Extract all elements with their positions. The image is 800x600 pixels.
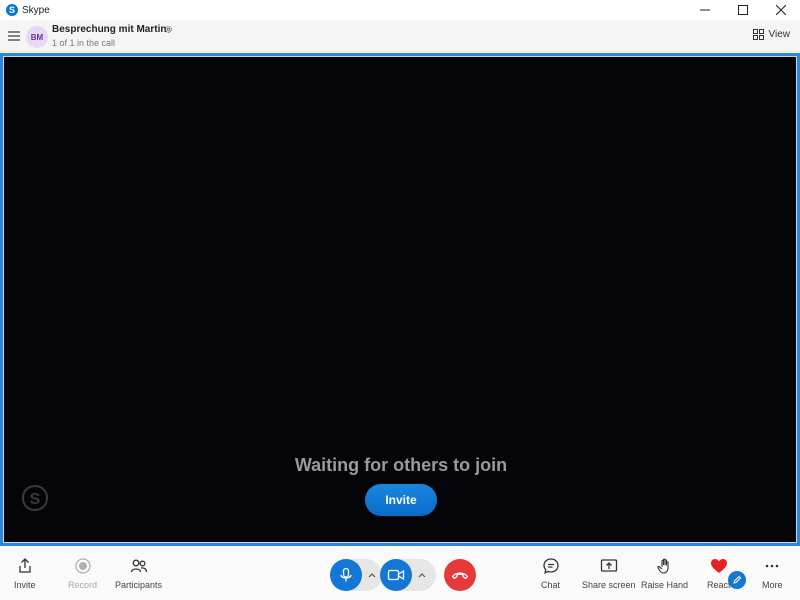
- call-toolbar: Invite Record Participants Chat Share sc…: [0, 548, 800, 600]
- chevron-up-icon[interactable]: [366, 569, 378, 581]
- chevron-up-icon[interactable]: [416, 569, 428, 581]
- window-controls: [686, 0, 800, 20]
- share-screen-icon: [600, 559, 617, 572]
- settings-icon[interactable]: [164, 25, 173, 34]
- svg-text:S: S: [30, 491, 41, 508]
- view-label: View: [768, 29, 791, 40]
- participants-label: Participants: [115, 580, 163, 590]
- chat-label: Chat: [541, 580, 561, 590]
- maximize-button[interactable]: [724, 0, 762, 20]
- more-button[interactable]: More: [762, 557, 783, 590]
- skype-logo-icon: S: [6, 4, 18, 16]
- pen-icon: [733, 575, 742, 584]
- grid-view-icon: [752, 29, 764, 40]
- microphone-icon: [340, 567, 352, 582]
- hang-up-button[interactable]: [444, 559, 476, 591]
- microphone-button[interactable]: [330, 559, 362, 591]
- minimize-button[interactable]: [686, 0, 724, 20]
- invite-button[interactable]: Invite: [365, 484, 437, 516]
- raise-hand-button[interactable]: Raise Hand: [641, 557, 688, 590]
- maximize-icon: [738, 5, 748, 15]
- minimize-icon: [700, 9, 710, 11]
- svg-text:S: S: [9, 5, 15, 15]
- waiting-message: Waiting for others to join: [294, 455, 508, 475]
- more-icon: [765, 564, 779, 568]
- heart-icon: [710, 559, 727, 573]
- share-screen-label: Share screen: [582, 580, 636, 590]
- menu-icon[interactable]: [7, 29, 21, 43]
- close-button[interactable]: [762, 0, 800, 20]
- record-icon: [74, 558, 91, 574]
- video-button[interactable]: [380, 559, 412, 591]
- record-button[interactable]: Record: [68, 557, 97, 590]
- react-label: React: [707, 580, 731, 590]
- participants-icon: [130, 559, 147, 573]
- participants-button[interactable]: Participants: [115, 557, 162, 590]
- video-stage: S Waiting for others to join Invite: [0, 53, 800, 546]
- share-icon: [19, 558, 31, 573]
- record-label: Record: [68, 580, 98, 590]
- call-header: BM Besprechung mit Martin 1 of 1 in the …: [0, 20, 800, 52]
- react-edit-badge[interactable]: [728, 571, 746, 589]
- raise-hand-label: Raise Hand: [641, 580, 689, 590]
- video-camera-icon: [387, 569, 405, 581]
- react-button[interactable]: React: [707, 557, 731, 590]
- avatar[interactable]: BM: [26, 26, 48, 48]
- invite-toolbar-label: Invite: [14, 580, 36, 590]
- skype-watermark-icon: S: [21, 484, 49, 512]
- app-title: Skype: [22, 4, 50, 16]
- chat-button[interactable]: Chat: [541, 557, 560, 590]
- share-screen-button[interactable]: Share screen: [582, 557, 636, 590]
- more-label: More: [762, 580, 783, 590]
- hang-up-icon: [451, 572, 469, 580]
- video-area: S Waiting for others to join Invite: [3, 56, 797, 543]
- close-icon: [776, 5, 786, 15]
- conversation-title[interactable]: Besprechung mit Martin: [52, 24, 166, 35]
- participant-count: 1 of 1 in the call: [52, 38, 116, 48]
- raise-hand-icon: [656, 558, 669, 574]
- view-button[interactable]: View: [752, 29, 791, 40]
- chat-icon: [542, 558, 559, 574]
- title-bar: S Skype: [0, 0, 800, 20]
- invite-toolbar-button[interactable]: Invite: [14, 557, 36, 590]
